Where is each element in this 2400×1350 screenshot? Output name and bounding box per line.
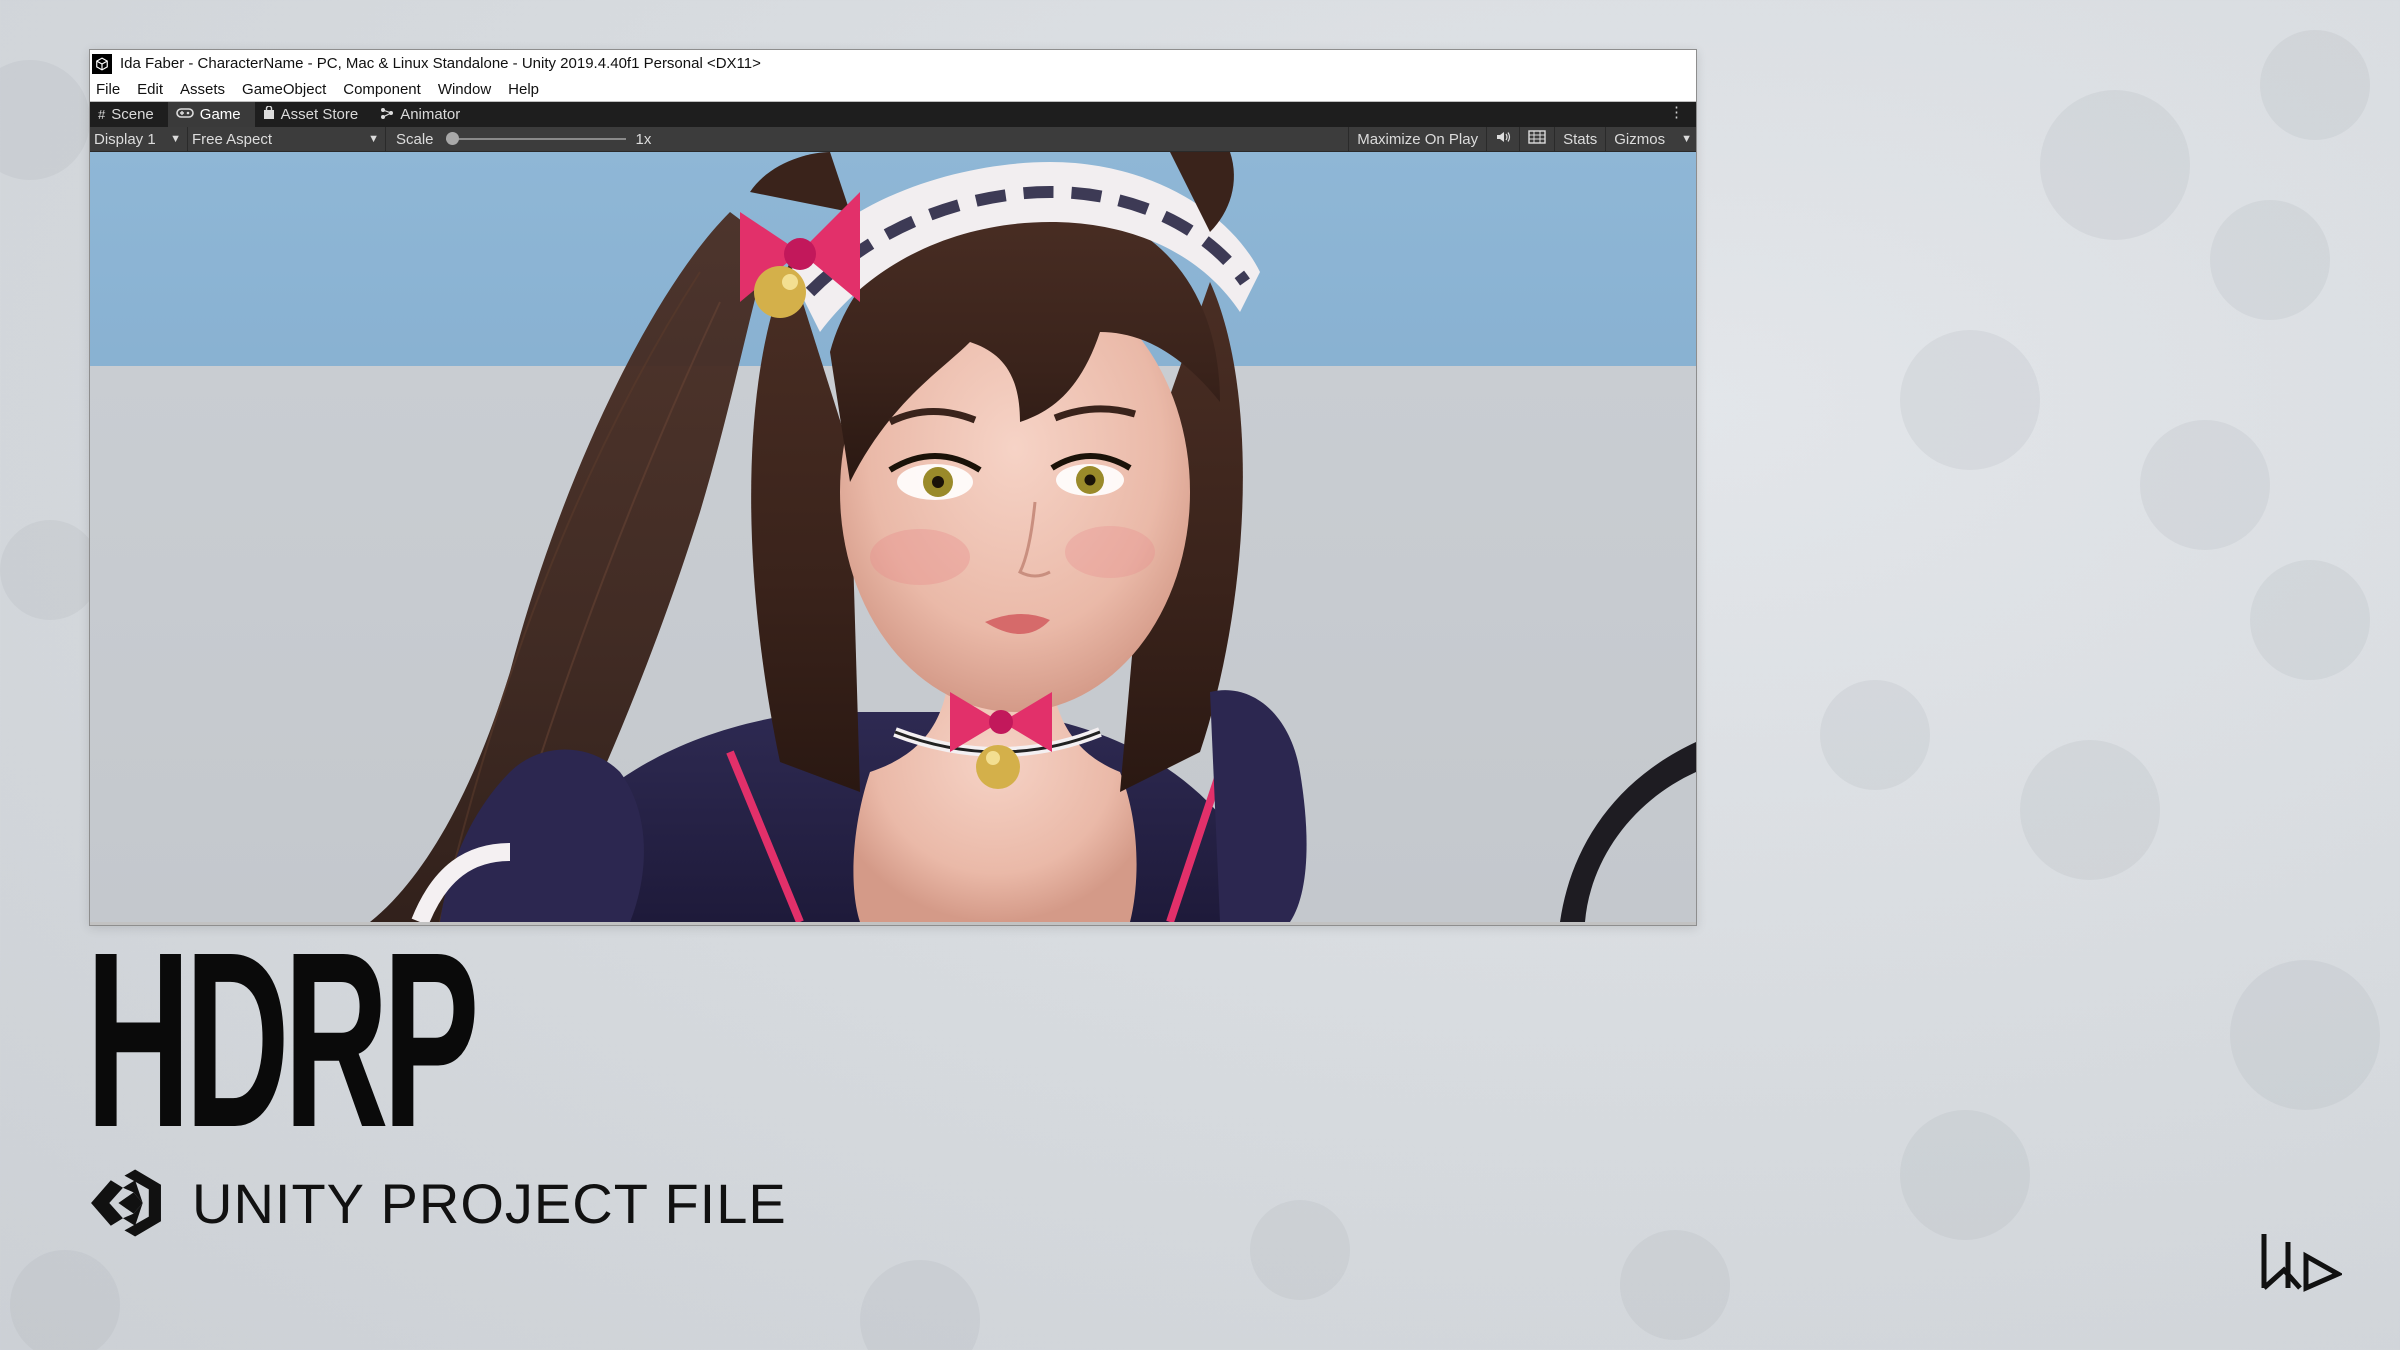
display-grid-toggle[interactable] <box>1519 127 1554 151</box>
tab-game-label: Game <box>199 106 241 123</box>
tab-scene-label: Scene <box>111 106 154 123</box>
display-dropdown-value: Display 1 <box>94 130 156 148</box>
maximize-on-play-label: Maximize On Play <box>1357 130 1479 148</box>
tab-scene[interactable]: # Scene <box>90 102 168 127</box>
menu-assets[interactable]: Assets <box>180 81 225 98</box>
speaker-icon <box>1495 130 1511 148</box>
animator-icon <box>380 107 394 122</box>
scale-slider[interactable] <box>445 132 626 145</box>
gizmos-label: Gizmos <box>1614 130 1666 148</box>
menu-help[interactable]: Help <box>508 81 539 98</box>
slide-subtitle: UNITY PROJECT FILE <box>192 1171 787 1235</box>
stats-label: Stats <box>1563 130 1598 148</box>
game-viewport[interactable] <box>90 152 1696 922</box>
grid-layout-icon <box>1528 130 1546 148</box>
tab-options-icon[interactable]: ⋮ <box>1669 103 1684 121</box>
scale-label: Scale <box>396 130 434 148</box>
tab-animator-label: Animator <box>400 106 461 123</box>
menu-file[interactable]: File <box>96 81 120 98</box>
menu-edit[interactable]: Edit <box>137 81 163 98</box>
window-title: Ida Faber - CharacterName - PC, Mac & Li… <box>120 55 761 72</box>
title-bar: Ida Faber - CharacterName - PC, Mac & Li… <box>90 50 1696 77</box>
scale-slider-handle[interactable] <box>445 132 459 145</box>
tab-asset-store[interactable]: Asset Store <box>255 102 373 127</box>
scale-value: 1x <box>635 130 652 148</box>
gamepad-icon <box>175 107 194 122</box>
editor-tab-bar: # Scene Game Asset Store Animator ⋮ <box>90 102 1696 127</box>
bag-icon <box>263 105 275 123</box>
chevron-down-icon: ▼ <box>368 133 379 145</box>
stats-toggle[interactable]: Stats <box>1554 127 1605 151</box>
maximize-on-play-toggle[interactable]: Maximize On Play <box>1348 127 1486 151</box>
slide-title: HDRP <box>86 900 479 1179</box>
menu-window[interactable]: Window <box>438 81 491 98</box>
tab-animator[interactable]: Animator <box>372 102 474 127</box>
tab-game[interactable]: Game <box>167 102 255 127</box>
menu-component[interactable]: Component <box>343 81 421 98</box>
aspect-dropdown-value: Free Aspect <box>192 130 273 148</box>
ida-faber-logo <box>2261 1234 2342 1292</box>
chevron-down-icon: ▼ <box>1681 133 1692 145</box>
mute-audio-toggle[interactable] <box>1486 127 1519 151</box>
aspect-dropdown[interactable]: Free Aspect ▼ <box>188 127 386 151</box>
unity-logo-icon <box>91 1169 161 1237</box>
game-view-toolbar: Display 1 ▼ Free Aspect ▼ Scale 1x Maxim… <box>90 127 1696 152</box>
scale-control: Scale 1x <box>396 131 651 148</box>
unity-editor-window: Ida Faber - CharacterName - PC, Mac & Li… <box>89 49 1697 926</box>
toolbar-right-group: Maximize On Play Stats Gizmos ▼ <box>1348 127 1696 151</box>
chevron-down-icon: ▼ <box>170 133 181 145</box>
menu-gameobject[interactable]: GameObject <box>242 81 326 98</box>
character-render <box>370 152 1696 922</box>
tab-asset-store-label: Asset Store <box>280 106 359 123</box>
unity-project-row: UNITY PROJECT FILE <box>88 1165 787 1241</box>
menu-bar: File Edit Assets GameObject Component Wi… <box>90 77 1696 102</box>
grid-icon: # <box>98 107 106 122</box>
gizmos-dropdown[interactable]: Gizmos ▼ <box>1605 127 1696 151</box>
unity-app-icon <box>92 53 112 74</box>
display-dropdown[interactable]: Display 1 ▼ <box>90 127 188 151</box>
